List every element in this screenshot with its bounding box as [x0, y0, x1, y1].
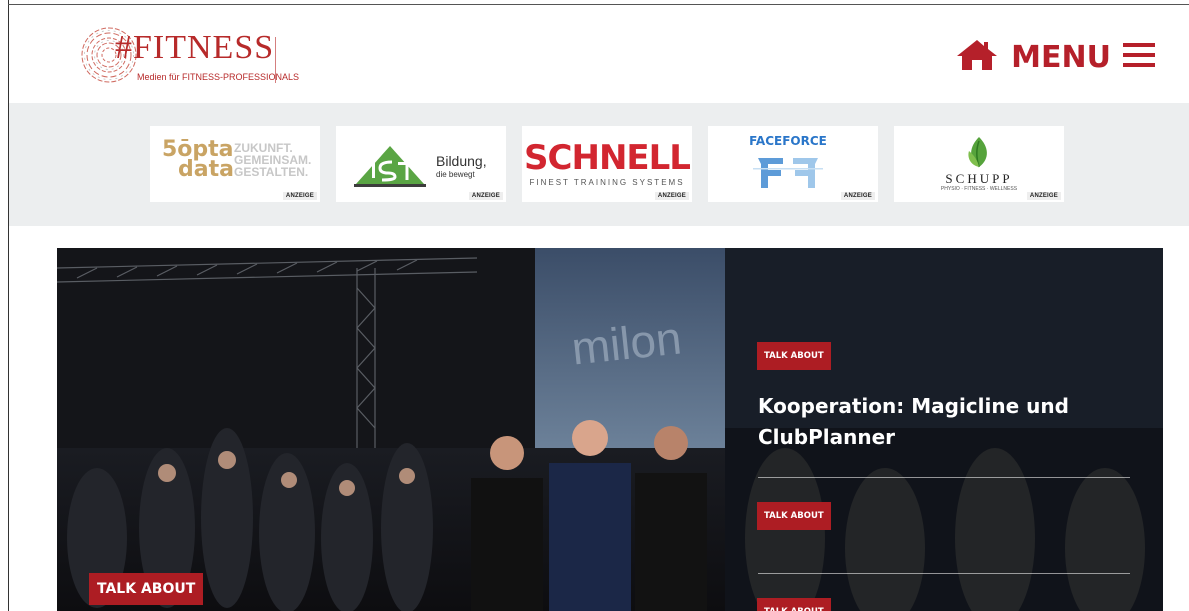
sponsor-ist-subtext: die bewegt: [436, 170, 475, 179]
article-divider: [758, 573, 1130, 574]
sponsor-optadata-slogan: ZUKUNFT. GEMEINSAM. GESTALTEN.: [234, 141, 312, 179]
event-photo-image: milon: [57, 248, 725, 611]
ad-badge: ANZEIGE: [468, 192, 503, 200]
article-divider: [758, 477, 1130, 478]
article-category-tag[interactable]: TALK ABOUT: [757, 502, 831, 530]
hero-photo[interactable]: milon: [57, 248, 725, 611]
site-header: #FITNESS Medien für FITNESS-PROFESSIONAL…: [9, 5, 1189, 103]
ad-badge: ANZEIGE: [282, 192, 317, 200]
article-category-tag[interactable]: TALK ABOUT: [757, 598, 831, 611]
sponsor-ad-faceforce[interactable]: FACEFORCE ANZEIGE: [708, 126, 878, 202]
ist-logo-icon: [354, 146, 426, 187]
sponsor-schnell-brand: SCHNELL: [524, 138, 691, 178]
home-icon[interactable]: [955, 38, 999, 77]
sponsor-ad-optadata[interactable]: 5ōpta data ZUKUNFT. GEMEINSAM. GESTALTEN…: [150, 126, 320, 202]
sponsor-schnell-slogan: FINEST TRAINING SYSTEMS: [529, 178, 685, 187]
sponsor-faceforce-brand: FACEFORCE: [749, 134, 827, 148]
ad-badge: ANZEIGE: [1026, 192, 1061, 200]
menu-label[interactable]: MENU: [1011, 40, 1111, 75]
sponsor-ad-schupp[interactable]: SCHUPP PHYSIO · FITNESS · WELLNESS ANZEI…: [894, 126, 1064, 202]
sponsor-ist-text: Bildung,: [436, 153, 487, 169]
ad-badge: ANZEIGE: [840, 192, 875, 200]
article-title[interactable]: Kooperation: Magicline und ClubPlanner: [758, 391, 1118, 453]
sponsor-optadata-logo: 5ōpta data: [162, 139, 234, 182]
sponsor-optadata-line2: data: [178, 157, 234, 182]
menu-nav[interactable]: MENU: [955, 37, 1155, 77]
sponsor-ad-ist[interactable]: Bildung, die bewegt ANZEIGE: [336, 126, 506, 202]
sponsor-ad-schnell[interactable]: SCHNELL FINEST TRAINING SYSTEMS ANZEIGE: [522, 126, 692, 202]
hamburger-menu-icon[interactable]: [1123, 41, 1155, 74]
photo-category-tag[interactable]: TALK ABOUT: [89, 573, 204, 605]
logo-wordmark: #FITNESS: [115, 29, 275, 66]
sponsor-strip: 5ōpta data ZUKUNFT. GEMEINSAM. GESTALTEN…: [9, 103, 1189, 226]
article-category-tag[interactable]: TALK ABOUT: [757, 342, 831, 370]
sponsor-schupp-brand: SCHUPP: [945, 171, 1013, 186]
site-logo[interactable]: #FITNESS Medien für FITNESS-PROFESSIONAL…: [79, 23, 299, 87]
logo-divider: [275, 37, 276, 83]
faceforce-logo-icon: [753, 158, 823, 188]
ad-badge: ANZEIGE: [654, 192, 689, 200]
leaf-icon: [968, 137, 987, 168]
